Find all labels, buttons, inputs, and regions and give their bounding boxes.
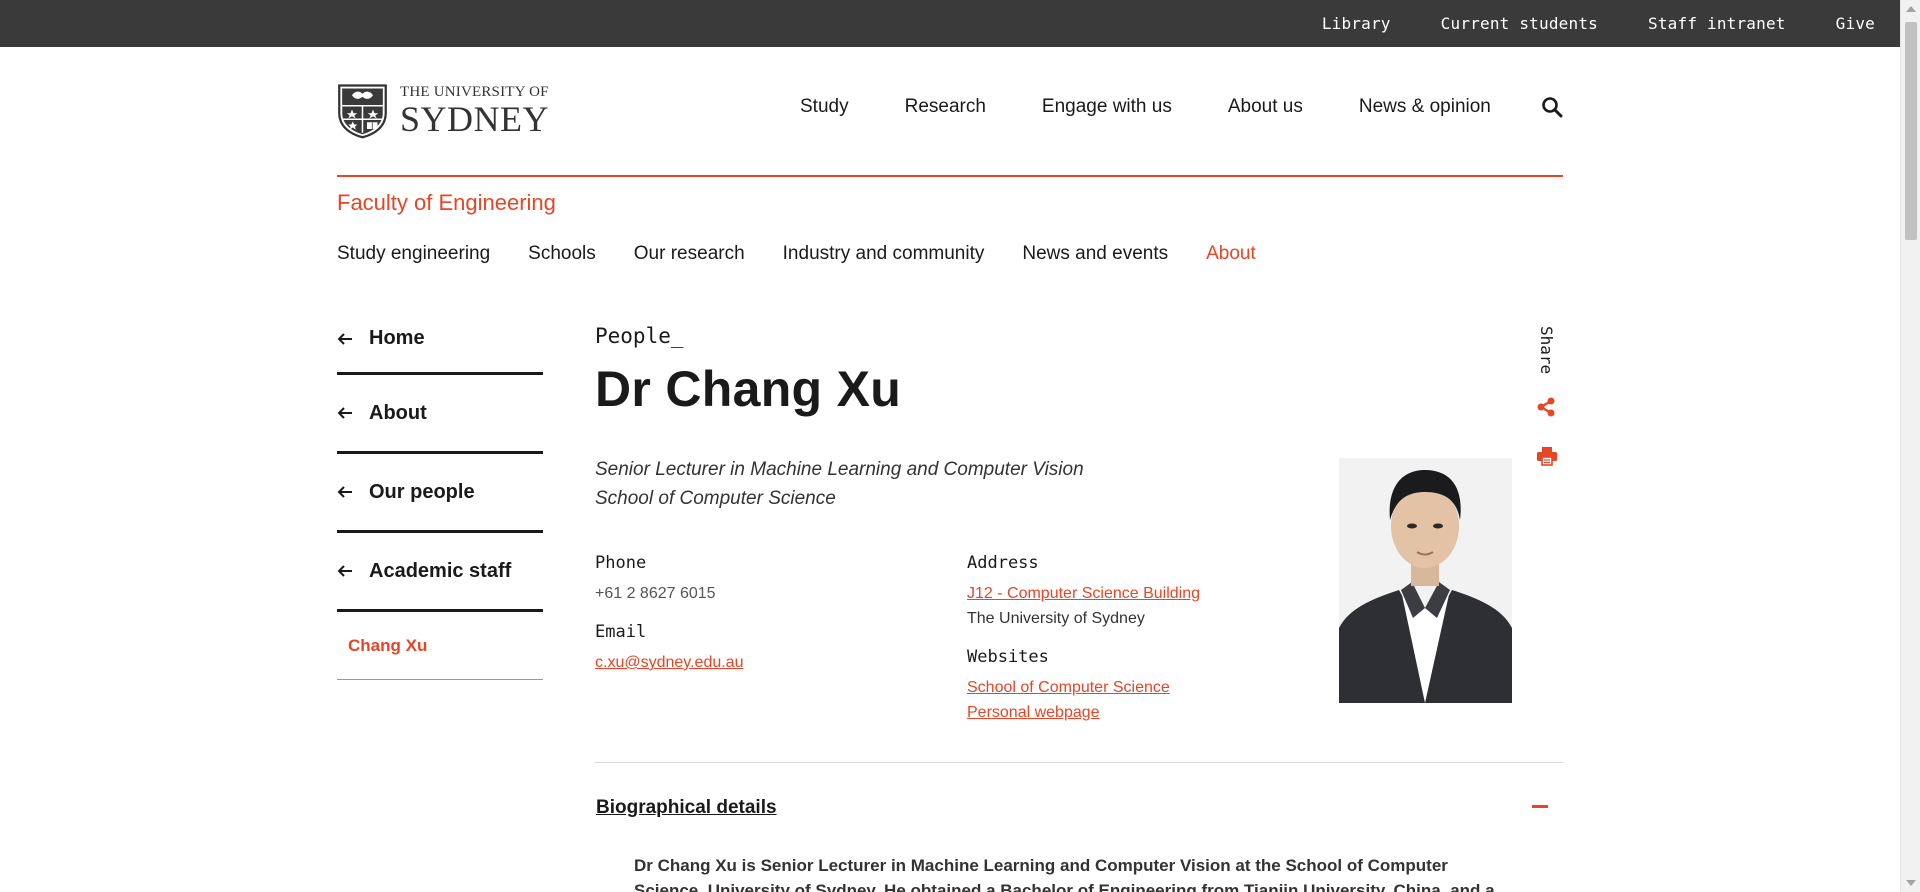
sidebar-item-label: Academic staff (369, 559, 512, 582)
sidebar-current-label: Chang Xu (348, 635, 428, 655)
sidebar-nav: Home About Our people Academic staff Cha… (337, 305, 543, 680)
content-divider (595, 762, 1563, 763)
back-arrow-icon (337, 486, 352, 498)
websites-label: Websites (967, 647, 1049, 667)
logo-wordmark: THE UNIVERSITY OF SYDNEY (399, 84, 549, 139)
profile-roles: Senior Lecturer in Machine Learning and … (595, 455, 1084, 513)
email-link[interactable]: c.xu@sydney.edu.au (595, 654, 743, 672)
university-logo[interactable]: THE UNIVERSITY OF SYDNEY (337, 74, 549, 148)
scroll-thumb[interactable] (1905, 22, 1917, 240)
sidebar-item-about[interactable]: About (337, 375, 543, 454)
sub-nav-study-engineering[interactable]: Study engineering (337, 243, 490, 265)
back-arrow-icon (337, 565, 352, 577)
email-label: Email (595, 622, 647, 642)
share-icon[interactable] (1535, 396, 1557, 418)
scroll-down-icon[interactable] (1906, 880, 1916, 886)
phone-value: +61 2 8627 6015 (595, 585, 716, 602)
profile-role: Senior Lecturer in Machine Learning and … (595, 459, 1084, 480)
share-panel: Share (1535, 326, 1565, 476)
main-nav-about-us[interactable]: About us (1228, 96, 1303, 118)
university-crest-icon (338, 84, 387, 139)
main-nav: Study Research Engage with us About us N… (800, 96, 1491, 118)
faculty-title[interactable]: Faculty of Engineering (337, 190, 556, 216)
utility-nav: Library Current students Staff intranet … (1322, 0, 1875, 47)
sidebar-item-academic-staff[interactable]: Academic staff (337, 533, 543, 612)
sidebar-item-label: About (369, 401, 427, 424)
main-nav-study[interactable]: Study (800, 96, 849, 118)
back-arrow-icon (337, 407, 352, 419)
sub-nav-about[interactable]: About (1206, 243, 1256, 265)
back-arrow-icon (337, 332, 352, 345)
main-nav-research[interactable]: Research (905, 96, 986, 118)
sub-nav-schools[interactable]: Schools (528, 243, 596, 265)
sidebar-item-label: Home (369, 327, 425, 349)
biography-text: Dr Chang Xu is Senior Lecturer in Machin… (634, 856, 1495, 892)
utility-link-library[interactable]: Library (1322, 14, 1391, 33)
sidebar-item-label: Our people (369, 480, 475, 503)
share-label: Share (1537, 326, 1556, 375)
page-title: Dr Chang Xu (595, 361, 902, 417)
address-label: Address (967, 553, 1039, 573)
page-eyebrow: People_ (595, 324, 684, 348)
header-divider (337, 175, 1563, 177)
utility-link-staff-intranet[interactable]: Staff intranet (1648, 14, 1786, 33)
sub-nav-industry-community[interactable]: Industry and community (783, 243, 985, 265)
sidebar-item-current[interactable]: Chang Xu (337, 612, 543, 680)
sub-nav-our-research[interactable]: Our research (634, 243, 745, 265)
website-link-school[interactable]: School of Computer Science (967, 679, 1170, 697)
profile-school: School of Computer Science (595, 488, 836, 509)
accordion-biographical-details[interactable]: Biographical details (596, 797, 777, 819)
print-icon[interactable] (1536, 445, 1558, 467)
portrait-image (1339, 458, 1512, 703)
utility-link-give[interactable]: Give (1836, 14, 1875, 33)
page-scrollbar[interactable] (1900, 0, 1920, 892)
address-line-2: The University of Sydney (967, 610, 1145, 627)
sub-nav-news-events[interactable]: News and events (1022, 243, 1168, 265)
faculty-sub-nav: Study engineering Schools Our research I… (337, 243, 1256, 265)
utility-bar: Library Current students Staff intranet … (0, 0, 1900, 47)
website-link-personal[interactable]: Personal webpage (967, 704, 1100, 722)
utility-link-current-students[interactable]: Current students (1441, 14, 1598, 33)
minus-icon[interactable] (1532, 805, 1548, 808)
scroll-up-icon[interactable] (1906, 6, 1916, 12)
address-link[interactable]: J12 - Computer Science Building (967, 585, 1200, 603)
sidebar-item-our-people[interactable]: Our people (337, 454, 543, 533)
logo-line-1: THE UNIVERSITY OF (399, 84, 549, 100)
sidebar-item-home[interactable]: Home (337, 305, 543, 375)
main-nav-news-opinion[interactable]: News & opinion (1359, 96, 1491, 118)
search-icon[interactable] (1541, 96, 1563, 118)
phone-label: Phone (595, 553, 647, 573)
profile-photo (1339, 458, 1512, 703)
logo-line-2: SYDNEY (399, 99, 549, 139)
main-nav-engage[interactable]: Engage with us (1042, 96, 1172, 118)
